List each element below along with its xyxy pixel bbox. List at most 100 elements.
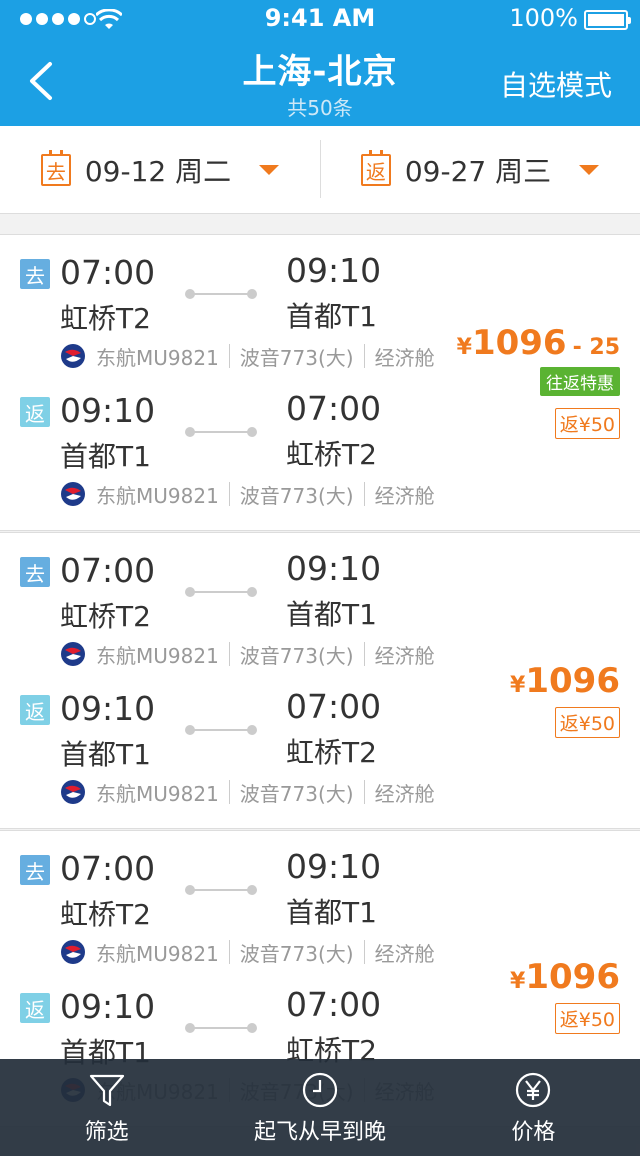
yen-icon <box>516 1072 551 1107</box>
arrival-time: 07:00 <box>286 389 382 428</box>
flight-info: 东航MU9821 波音773(大) 经济舱 <box>60 937 435 967</box>
rebate-badge: 返¥50 <box>554 1003 620 1034</box>
departure-airport: 首都T1 <box>60 738 151 771</box>
route-line-icon <box>185 725 257 735</box>
tab-price[interactable]: 价格 <box>427 1059 640 1156</box>
flight-leg: 去 07:00 虹桥T2 09:10 首都T1 东航MU9821 波音773(大… <box>0 831 640 971</box>
tab-sort-time[interactable]: 起飞从早到晚 <box>213 1059 426 1156</box>
arrival-airport: 首都T1 <box>286 598 377 631</box>
cabin-class: 经济舱 <box>374 941 435 966</box>
price-amount: 1096 <box>525 957 620 997</box>
battery-percent: 100% <box>509 4 578 32</box>
arrival-airport: 虹桥T2 <box>286 736 377 769</box>
departure-time: 07:00 <box>60 551 156 590</box>
depart-date: 09-12 周二 <box>84 155 232 188</box>
flight-info: 东航MU9821 波音773(大) 经济舱 <box>60 479 435 509</box>
status-bar: 9:41 AM 100% <box>0 0 640 40</box>
airline-logo-icon <box>61 344 85 368</box>
price-amount: 1096 <box>471 323 567 363</box>
aircraft-type: 波音773(大) <box>239 941 354 966</box>
arrival-time: 07:00 <box>286 985 382 1024</box>
price-discount: - 25 <box>572 335 620 360</box>
airline-logo-icon <box>61 642 85 666</box>
cabin-class: 经济舱 <box>374 781 435 806</box>
airline-flight-no: 东航MU9821 <box>96 941 219 966</box>
aircraft-type: 波音773(大) <box>239 643 354 668</box>
arrival-airport: 首都T1 <box>286 896 377 929</box>
cabin-class: 经济舱 <box>374 643 435 668</box>
return-date: 09-27 周三 <box>404 155 552 188</box>
caret-down-icon <box>259 165 280 175</box>
arrival-time: 07:00 <box>286 687 382 726</box>
departure-airport: 虹桥T2 <box>60 302 151 335</box>
tab-filter[interactable]: 筛选 <box>0 1059 213 1156</box>
battery-icon <box>584 10 631 30</box>
app-header: 9:41 AM 100% 上海-北京 共50条 自选模式 <box>0 0 640 126</box>
airline-flight-no: 东航MU9821 <box>96 781 219 806</box>
filter-icon <box>89 1074 124 1106</box>
departure-airport: 虹桥T2 <box>60 898 151 931</box>
arrival-time: 09:10 <box>286 549 382 588</box>
price: ¥1096 <box>510 957 620 997</box>
route-line-icon <box>185 885 257 895</box>
cabin-class: 经济舱 <box>374 483 435 508</box>
route-line-icon <box>185 427 257 437</box>
departure-airport: 虹桥T2 <box>60 600 151 633</box>
caret-down-icon <box>579 165 600 175</box>
flight-result-card[interactable]: 去 07:00 虹桥T2 09:10 首都T1 东航MU9821 波音773(大… <box>0 532 640 829</box>
leg-badge: 去 <box>20 557 50 587</box>
airline-flight-no: 东航MU9821 <box>96 483 219 508</box>
departure-airport: 首都T1 <box>60 440 151 473</box>
airline-flight-no: 东航MU9821 <box>96 345 219 370</box>
rebate-badge: 返¥50 <box>554 707 620 738</box>
currency-symbol: ¥ <box>510 673 526 698</box>
currency-symbol: ¥ <box>510 969 526 994</box>
flight-info: 东航MU9821 波音773(大) 经济舱 <box>60 341 435 371</box>
price-box: ¥1096 返¥50 <box>510 661 620 738</box>
route-line-icon <box>185 1023 257 1033</box>
departure-time: 09:10 <box>60 391 156 430</box>
route-line-icon <box>185 587 257 597</box>
flight-info: 东航MU9821 波音773(大) 经济舱 <box>60 777 435 807</box>
arrival-airport: 首都T1 <box>286 300 377 333</box>
airline-flight-no: 东航MU9821 <box>96 643 219 668</box>
leg-badge: 返 <box>20 397 50 427</box>
departure-time: 09:10 <box>60 689 156 728</box>
aircraft-type: 波音773(大) <box>239 345 354 370</box>
airline-logo-icon <box>61 940 85 964</box>
airline-logo-icon <box>61 780 85 804</box>
leg-badge: 返 <box>20 993 50 1023</box>
clock-icon <box>302 1072 338 1107</box>
price: ¥1096 <box>510 661 620 701</box>
calendar-depart-icon: 去 <box>40 150 71 186</box>
calendar-return-icon: 返 <box>360 150 391 186</box>
tab-filter-label: 筛选 <box>84 1119 129 1145</box>
bottom-tab-bar: 筛选 起飞从早到晚 价格 <box>0 1059 640 1156</box>
arrival-time: 09:10 <box>286 847 382 886</box>
flight-leg: 去 07:00 虹桥T2 09:10 首都T1 东航MU9821 波音773(大… <box>0 533 640 673</box>
route-line-icon <box>185 289 257 299</box>
aircraft-type: 波音773(大) <box>239 483 354 508</box>
flight-info: 东航MU9821 波音773(大) 经济舱 <box>60 639 435 669</box>
departure-time: 07:00 <box>60 253 156 292</box>
departure-time: 09:10 <box>60 987 156 1026</box>
price-box: ¥1096- 25 往返特惠返¥50 <box>457 323 620 439</box>
departure-time: 07:00 <box>60 849 156 888</box>
depart-date-picker[interactable]: 去 09-12 周二 <box>0 126 320 214</box>
arrival-airport: 虹桥T2 <box>286 438 377 471</box>
aircraft-type: 波音773(大) <box>239 781 354 806</box>
tab-price-label: 价格 <box>511 1119 556 1145</box>
tab-sort-time-label: 起飞从早到晚 <box>253 1119 386 1145</box>
cabin-class: 经济舱 <box>374 345 435 370</box>
flight-result-card[interactable]: 去 07:00 虹桥T2 09:10 首都T1 东航MU9821 波音773(大… <box>0 234 640 531</box>
custom-mode-button[interactable]: 自选模式 <box>500 64 612 104</box>
leg-badge: 返 <box>20 695 50 725</box>
price: ¥1096- 25 <box>457 323 620 363</box>
promo-badge: 往返特惠 <box>540 367 620 396</box>
rebate-badge: 返¥50 <box>554 408 620 439</box>
return-date-picker[interactable]: 返 09-27 周三 <box>320 126 640 214</box>
currency-symbol: ¥ <box>456 335 472 360</box>
price-amount: 1096 <box>525 661 620 701</box>
price-box: ¥1096 返¥50 <box>510 957 620 1034</box>
arrival-time: 09:10 <box>286 251 382 290</box>
